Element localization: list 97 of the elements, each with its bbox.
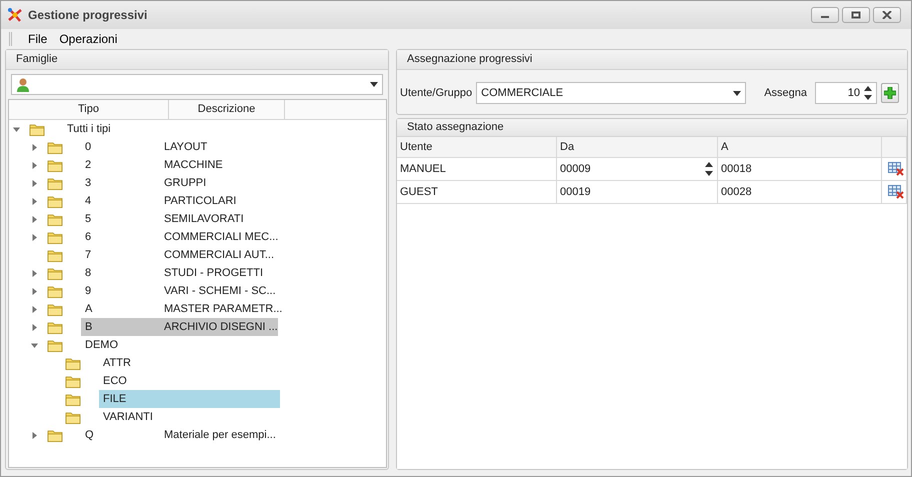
panel-title: Famiglie — [16, 52, 58, 68]
tree-cell[interactable]: 7 — [81, 246, 161, 264]
table-cell: 00028 — [718, 181, 882, 203]
tree-cell[interactable]: FILE — [99, 390, 280, 408]
tree-cell[interactable]: ECO — [99, 372, 280, 390]
close-icon — [882, 11, 892, 19]
expand-arrow-icon[interactable] — [30, 432, 38, 438]
maximize-button[interactable] — [842, 7, 870, 23]
panel-title: Stato assegnazione — [407, 120, 504, 136]
dropdown-arrow-icon — [733, 90, 742, 96]
tree-cell[interactable]: 0 — [81, 138, 161, 156]
tree-cell[interactable]: ATTR — [99, 354, 280, 372]
tree-cell[interactable]: STUDI - PROGETTI — [161, 264, 277, 282]
tree-cell[interactable]: 4 — [81, 192, 161, 210]
dropdown-arrow-icon — [370, 82, 378, 87]
column-header[interactable]: Descrizione — [169, 100, 285, 119]
folder-icon — [47, 284, 63, 298]
folder-icon — [29, 122, 45, 136]
utente-combo[interactable]: COMMERCIALE — [476, 82, 746, 104]
add-button[interactable] — [881, 83, 899, 103]
tree-cell[interactable]: 9 — [81, 282, 161, 300]
folder-icon — [65, 374, 81, 388]
folder-icon — [47, 194, 63, 208]
editor-value: 00009 — [560, 162, 591, 177]
tree-cell[interactable]: 6 — [81, 228, 161, 246]
folder-icon — [47, 302, 63, 316]
menu-item[interactable]: File — [22, 30, 54, 48]
folder-icon — [65, 356, 81, 370]
tree-cell[interactable]: VARI - SCHEMI - SC... — [161, 282, 277, 300]
tree-cell[interactable]: 8 — [81, 264, 161, 282]
window-title: Gestione progressivi — [28, 7, 148, 24]
column-header[interactable]: Utente — [397, 137, 557, 157]
column-header[interactable]: Tipo — [9, 100, 169, 119]
folder-icon — [47, 230, 63, 244]
delete-row-button[interactable] — [888, 162, 904, 176]
expand-arrow-icon[interactable] — [30, 144, 38, 150]
expand-arrow-icon[interactable] — [30, 306, 38, 312]
close-button[interactable] — [873, 7, 901, 23]
spin-arrows-icon — [864, 85, 872, 101]
tree-cell[interactable]: PARTICOLARI — [161, 192, 277, 210]
table-cell-text: 00019 — [559, 184, 592, 200]
collapse-arrow-icon[interactable] — [30, 342, 38, 348]
maximize-icon — [851, 11, 861, 19]
tree-cell[interactable]: COMMERCIALI MEC... — [161, 228, 278, 246]
table-cell: MANUEL — [397, 158, 557, 180]
tree-cell[interactable]: GRUPPI — [161, 174, 277, 192]
spin-editor[interactable]: 00009 — [557, 158, 717, 180]
folder-icon — [47, 212, 63, 226]
spin-arrows-icon[interactable] — [705, 161, 713, 177]
tree-cell[interactable]: COMMERCIALI AUT... — [161, 246, 277, 264]
minimize-button[interactable] — [811, 7, 839, 23]
tree-cell[interactable]: MASTER PARAMETR... — [161, 300, 282, 318]
expand-arrow-icon[interactable] — [30, 234, 38, 240]
menu-item[interactable]: Operazioni — [53, 30, 124, 48]
tree-cell[interactable]: MACCHINE — [161, 156, 277, 174]
delete-row-button[interactable] — [888, 185, 904, 199]
folder-icon — [47, 428, 63, 442]
tree-cell[interactable]: 2 — [81, 156, 161, 174]
tree-cell[interactable]: 3 — [81, 174, 161, 192]
expand-arrow-icon[interactable] — [30, 198, 38, 204]
folder-icon — [47, 266, 63, 280]
folder-icon — [47, 176, 63, 190]
tree-cell[interactable]: B — [81, 318, 161, 336]
folder-icon — [47, 248, 63, 262]
tree-cell[interactable]: DEMO — [81, 336, 280, 354]
tree-cell[interactable]: SEMILAVORATI — [161, 210, 277, 228]
expand-arrow-icon[interactable] — [30, 270, 38, 276]
table-cell: 00018 — [718, 158, 882, 180]
assegna-label: Assegna — [764, 86, 807, 101]
column-header[interactable]: Da — [557, 137, 718, 157]
app-logo-icon — [7, 7, 23, 23]
folder-icon — [47, 140, 63, 154]
tree-cell[interactable]: LAYOUT — [161, 138, 277, 156]
column-header[interactable]: A — [718, 137, 882, 157]
tree-cell[interactable]: 5 — [81, 210, 161, 228]
expand-arrow-icon[interactable] — [30, 162, 38, 168]
expand-arrow-icon[interactable] — [30, 180, 38, 186]
folder-icon — [47, 338, 63, 352]
tree-cell[interactable]: A — [81, 300, 161, 318]
assegna-spin-field[interactable]: 10 — [815, 82, 877, 104]
table-cell: GUEST — [397, 181, 557, 203]
folder-icon — [47, 320, 63, 334]
tree-cell[interactable]: Tutti i tipi — [63, 120, 161, 138]
folder-icon — [65, 392, 81, 406]
collapse-arrow-icon[interactable] — [12, 126, 20, 132]
panel-title: Assegnazione progressivi — [407, 52, 532, 68]
folder-icon — [65, 410, 81, 424]
user-icon — [16, 77, 30, 92]
tree-cell[interactable]: Materiale per esempi... — [161, 426, 277, 444]
expand-arrow-icon[interactable] — [30, 324, 38, 330]
tree-cell[interactable]: Q — [81, 426, 161, 444]
tree-cell[interactable]: ARCHIVIO DISEGNI ... — [161, 318, 278, 336]
utente-label: Utente/Gruppo — [400, 86, 472, 101]
folder-icon — [47, 158, 63, 172]
expand-arrow-icon[interactable] — [30, 216, 38, 222]
expand-arrow-icon[interactable] — [30, 288, 38, 294]
tree-cell[interactable]: VARIANTI — [99, 408, 280, 426]
